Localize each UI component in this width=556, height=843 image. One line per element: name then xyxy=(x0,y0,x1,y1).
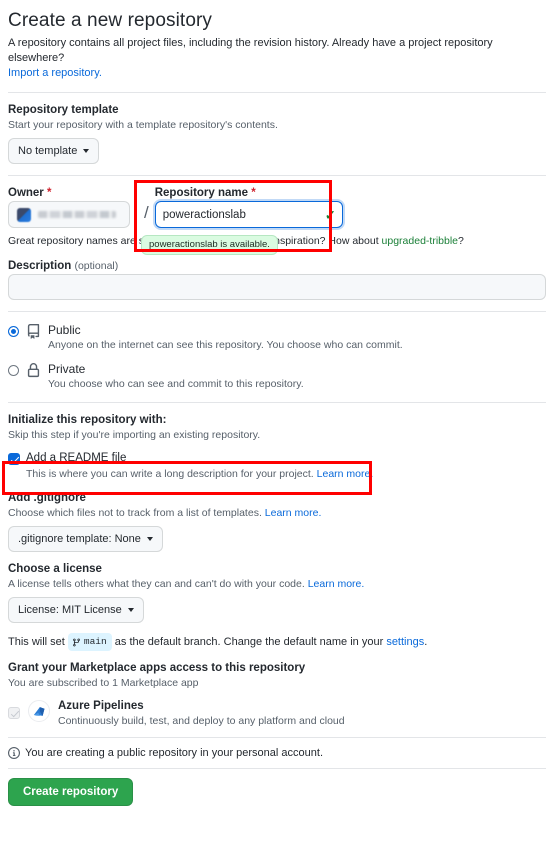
azure-pipelines-name: Azure Pipelines xyxy=(58,700,144,712)
default-branch-prefix: This will set xyxy=(8,635,65,648)
create-repository-page: Create a new repository A repository con… xyxy=(0,0,556,806)
owner-select-button[interactable] xyxy=(8,201,130,228)
divider-footer xyxy=(8,768,546,769)
private-description: You choose who can see and commit to thi… xyxy=(48,378,304,390)
readme-checkbox-row[interactable]: Add a README file xyxy=(8,451,546,466)
name-availability-tooltip: poweractionslab is available. xyxy=(141,235,278,255)
license-subsection: Choose a license A license tells others … xyxy=(8,563,546,623)
readme-checkbox[interactable] xyxy=(8,453,20,465)
divider-marketplace xyxy=(8,737,546,738)
repo-icon xyxy=(26,324,41,342)
private-option-text: Private You choose who can see and commi… xyxy=(48,362,304,391)
owner-name-separator: / xyxy=(144,203,149,222)
visibility-info-line: You are creating a public repository in … xyxy=(8,747,546,759)
gitignore-learn-more-link[interactable]: Learn more. xyxy=(265,507,322,519)
readme-label: Add a README file xyxy=(26,452,127,464)
azure-pipelines-text: Azure Pipelines Continuously build, test… xyxy=(58,699,345,728)
template-select-label: No template xyxy=(18,145,78,157)
description-label: Description (optional) xyxy=(8,260,546,272)
divider-visibility xyxy=(8,402,546,403)
public-radio[interactable] xyxy=(8,326,19,337)
public-option-text: Public Anyone on the internet can see th… xyxy=(48,323,403,352)
repository-name-required-marker: * xyxy=(251,187,256,199)
default-branch-middle: as the default branch. Change the defaul… xyxy=(114,635,384,648)
chevron-down-icon xyxy=(83,149,90,153)
description-label-text: Description xyxy=(8,260,72,272)
divider-template xyxy=(8,175,546,176)
readme-description: This is where you can write a long descr… xyxy=(26,467,546,481)
azure-pipelines-description: Continuously build, test, and deploy to … xyxy=(58,715,345,727)
default-branch-suffix: . xyxy=(424,635,428,648)
template-select-button[interactable]: No template xyxy=(8,138,100,164)
lock-icon xyxy=(26,363,41,381)
repository-name-field: Repository name * ✓ xyxy=(154,187,343,228)
visibility-option-private[interactable]: Private You choose who can see and commi… xyxy=(8,362,546,391)
repository-name-label: Repository name * xyxy=(155,187,343,199)
gitignore-description: Choose which files not to track from a l… xyxy=(8,506,546,520)
owner-name-redacted xyxy=(38,211,116,218)
owner-field: Owner * xyxy=(8,187,138,228)
chevron-down-icon xyxy=(127,608,134,612)
license-label: Choose a license xyxy=(8,563,102,575)
default-branch-line: This will set main as the default branch… xyxy=(8,633,546,651)
marketplace-heading: Grant your Marketplace apps access to th… xyxy=(8,662,306,674)
chevron-down-icon xyxy=(146,537,153,541)
owner-label: Owner * xyxy=(8,187,138,199)
gitignore-label: Add .gitignore xyxy=(8,492,86,504)
private-radio[interactable] xyxy=(8,365,19,376)
repository-template-label: Repository template xyxy=(8,104,119,116)
owner-label-text: Owner xyxy=(8,187,44,199)
readme-learn-more-link[interactable]: Learn more. xyxy=(317,468,374,480)
license-select-label: License: MIT License xyxy=(18,604,122,616)
license-description: A license tells others what they can and… xyxy=(8,577,546,591)
description-input[interactable] xyxy=(8,274,546,300)
visibility-section: Public Anyone on the internet can see th… xyxy=(8,323,546,391)
repository-name-input[interactable] xyxy=(154,201,343,228)
license-description-text: A license tells others what they can and… xyxy=(8,578,305,590)
marketplace-subheading: You are subscribed to 1 Marketplace app xyxy=(8,677,199,689)
azure-pipelines-checkbox xyxy=(8,707,20,719)
visibility-option-public[interactable]: Public Anyone on the internet can see th… xyxy=(8,323,546,352)
default-branch-chip: main xyxy=(67,633,112,651)
page-title: Create a new repository xyxy=(8,10,213,31)
readme-description-text: This is where you can write a long descr… xyxy=(26,468,314,480)
gitignore-description-text: Choose which files not to track from a l… xyxy=(8,507,262,519)
marketplace-section: Grant your Marketplace apps access to th… xyxy=(8,662,546,728)
initialize-section: Initialize this repository with: Skip th… xyxy=(8,414,546,651)
divider-description xyxy=(8,311,546,312)
avatar xyxy=(17,207,31,222)
create-repository-button[interactable]: Create repository xyxy=(8,778,134,806)
default-branch-name: main xyxy=(83,636,107,647)
initialize-heading: Initialize this repository with: xyxy=(8,414,167,426)
license-learn-more-link[interactable]: Learn more. xyxy=(308,578,365,590)
visibility-info-text: You are creating a public repository in … xyxy=(25,747,323,759)
license-select-button[interactable]: License: MIT License xyxy=(8,597,144,623)
owner-required-marker: * xyxy=(47,187,52,199)
settings-link[interactable]: settings xyxy=(386,636,424,648)
repository-name-suggestion[interactable]: upgraded-tribble xyxy=(382,235,458,247)
private-title: Private xyxy=(48,362,86,376)
owner-and-name-row: Owner * / Repository name * ✓ xyxy=(8,187,546,228)
azure-pipelines-icon xyxy=(28,700,50,722)
description-section: Description (optional) xyxy=(8,260,546,300)
gitignore-template-button[interactable]: .gitignore template: None xyxy=(8,526,163,552)
description-optional-text: (optional) xyxy=(74,260,119,272)
import-repository-link[interactable]: Import a repository. xyxy=(8,67,102,79)
public-title: Public xyxy=(48,323,81,337)
repository-name-hint-suffix: ? xyxy=(458,235,464,247)
page-description: A repository contains all project files,… xyxy=(8,36,546,81)
gitignore-subsection: Add .gitignore Choose which files not to… xyxy=(8,492,546,552)
public-description: Anyone on the internet can see this repo… xyxy=(48,339,403,351)
divider-top xyxy=(8,92,546,93)
git-branch-icon xyxy=(73,638,80,646)
initialize-subheading: Skip this step if you're importing an ex… xyxy=(8,429,261,441)
marketplace-app-row: Azure Pipelines Continuously build, test… xyxy=(8,699,546,728)
gitignore-template-label: .gitignore template: None xyxy=(18,533,141,545)
repository-template-note: Start your repository with a template re… xyxy=(8,119,278,131)
repository-template-section: Repository template Start your repositor… xyxy=(8,104,546,164)
repository-name-label-text: Repository name xyxy=(154,187,249,199)
repository-name-input-wrap: ✓ xyxy=(154,201,343,228)
page-description-text: A repository contains all project files,… xyxy=(8,37,493,64)
info-icon xyxy=(8,747,20,759)
